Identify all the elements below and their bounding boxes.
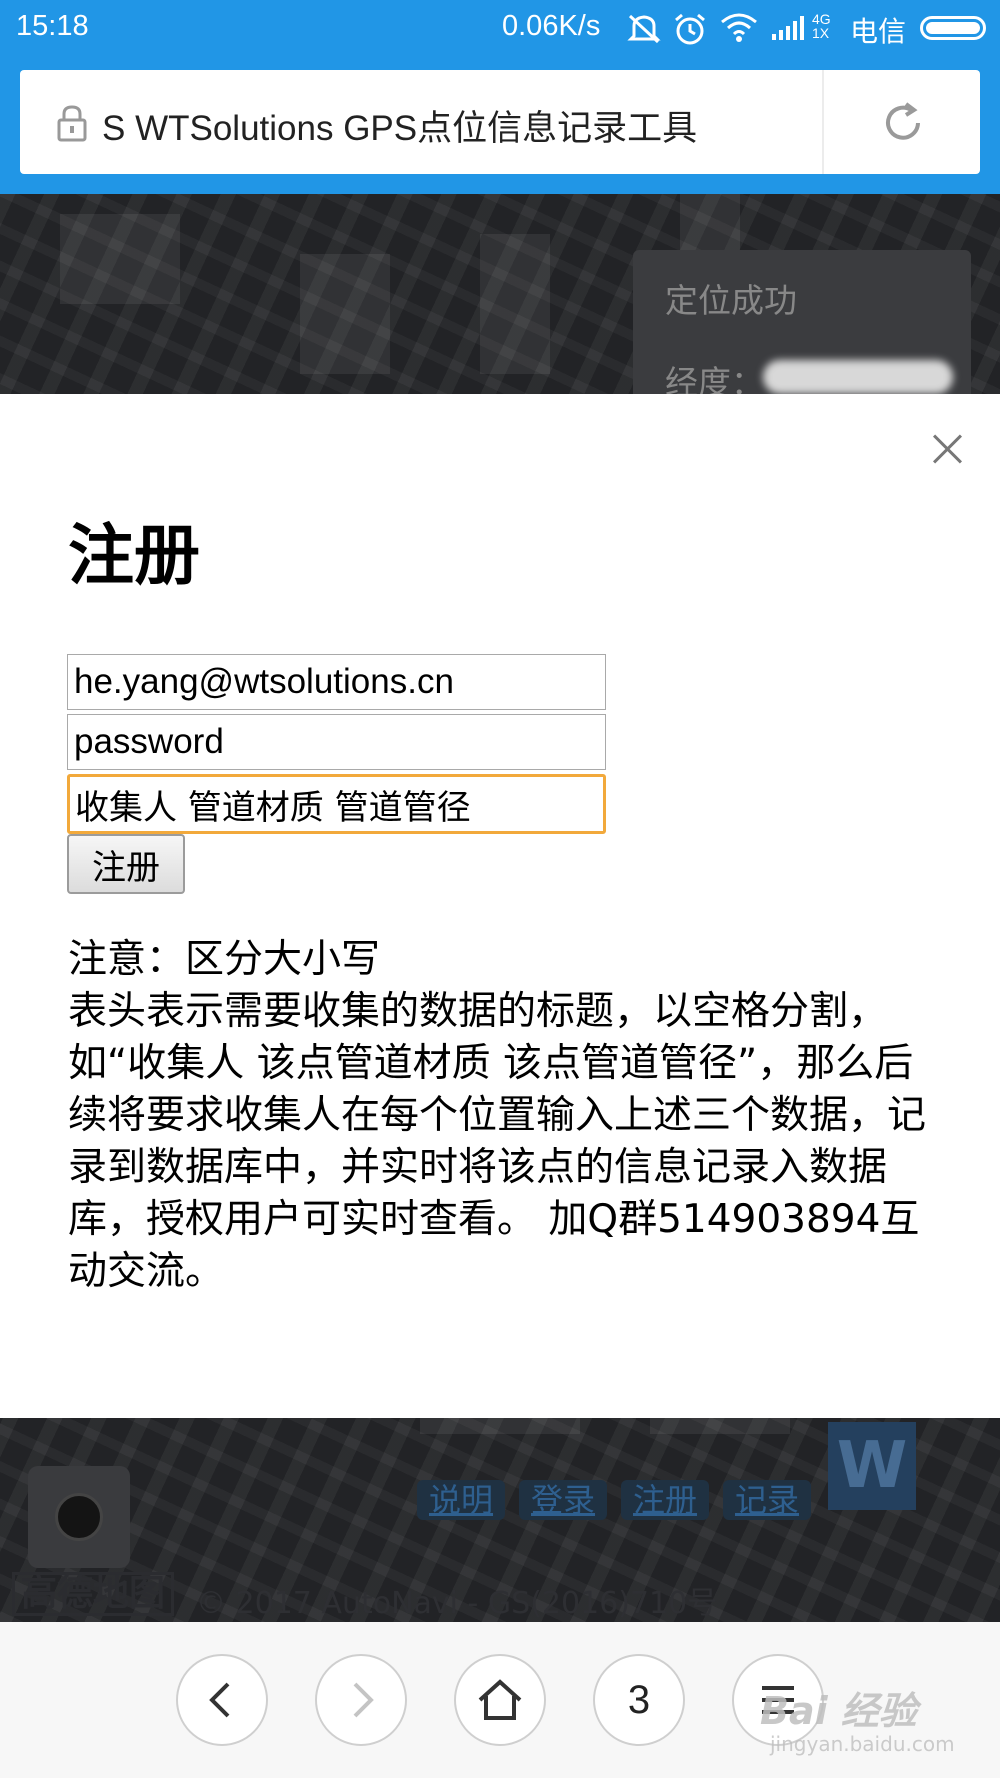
modal-title: 注册 [68,517,200,594]
signal-icon [772,16,804,40]
password-field[interactable] [67,714,606,770]
status-time: 15:18 [16,10,89,42]
watermark-brand: Bai 经验 [760,1689,917,1733]
url-divider [822,70,824,174]
note-body: 表头表示需要收集的数据的标题，以空格分割，如“收集人 该点管道材质 该点管道管径… [68,989,927,1294]
mute-icon [627,14,661,44]
network-speed: 0.06K/s [502,10,601,42]
lock-icon [57,105,87,142]
map-copyright: © 2017 AutoNavi - GS(2016)710号 [196,1586,718,1621]
register-note: 注意：区分大小写 表头表示需要收集的数据的标题，以空格分割，如“收集人 该点管道… [68,934,948,1298]
chevron-left-icon [209,1682,230,1718]
wt-logo: W [828,1422,916,1510]
longitude-value-redacted [763,360,953,394]
network-sub-label: 1X [812,25,830,41]
alarm-icon [675,13,705,45]
note-title: 注意：区分大小写 [68,937,381,982]
watermark-site: jingyan.baidu.com [770,1732,955,1756]
carrier-name: 电信 [850,15,907,48]
locate-button[interactable] [28,1466,130,1568]
locate-icon [55,1493,103,1541]
link-instructions[interactable]: 说明 [417,1480,506,1520]
status-bar: 15:18 0.06K/s 4G 1X 电信 [0,0,1000,56]
chevron-right-icon [353,1682,374,1718]
register-modal: 注册 注册 注意：区分大小写 表头表示需要收集的数据的标题，以空格分割，如“收集… [0,394,1000,1418]
amap-brand: 高德地图 [12,1572,175,1616]
link-register[interactable]: 注册 [621,1480,710,1520]
register-button[interactable]: 注册 [67,834,185,894]
home-button[interactable] [454,1654,546,1746]
link-login[interactable]: 登录 [519,1480,608,1520]
tabs-button[interactable]: 3 [593,1654,685,1746]
close-icon[interactable] [930,432,964,466]
back-button[interactable] [176,1654,268,1746]
link-records[interactable]: 记录 [723,1480,812,1520]
forward-button[interactable] [315,1654,407,1746]
table-header-field[interactable] [67,774,606,834]
tab-count: 3 [627,1678,651,1722]
home-icon [478,1679,522,1720]
url-bar[interactable]: S WTSolutions GPS点位信息记录工具 [20,70,980,174]
reload-icon[interactable] [880,100,926,146]
browser-toolbar: S WTSolutions GPS点位信息记录工具 [0,56,1000,194]
page-title[interactable]: S WTSolutions GPS点位信息记录工具 [102,100,697,151]
battery-icon [920,16,986,40]
geolocation-status: 定位成功 [665,281,797,320]
email-field[interactable] [67,654,606,710]
wifi-icon [721,13,757,42]
network-type: 4G 1X [812,12,831,40]
